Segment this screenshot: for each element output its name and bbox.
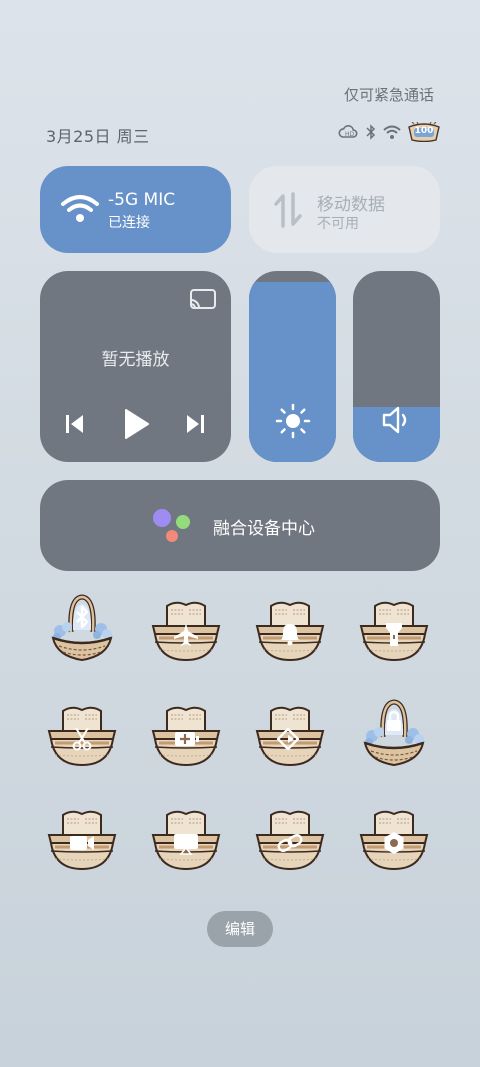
toggle-sound[interactable] [253,594,327,664]
wifi-icon [61,195,99,222]
media-player-tile[interactable]: 暂无播放 [40,271,231,462]
wifi-icon [383,125,401,139]
toggle-screenshot[interactable] [45,699,119,769]
toggle-lock[interactable] [357,699,431,769]
previous-icon[interactable] [64,414,86,434]
date-text: 3月25日 周三 [46,127,150,146]
cloud-data-icon: HD [338,125,358,138]
mobile-data-tile[interactable]: 移动数据 不可用 [249,166,440,253]
video-camera-icon [47,810,117,871]
hub-dots-icon [153,509,190,542]
bluetooth-icon [51,594,113,662]
status-icons: HD 100 [338,121,440,143]
flashlight-icon [359,601,429,662]
bell-icon [255,601,325,662]
toggle-bluetooth[interactable] [45,594,119,664]
battery-plus-icon [151,706,221,767]
toggle-cast[interactable] [149,803,223,873]
speaker-icon [382,406,407,434]
toggle-flashlight[interactable] [357,594,431,664]
play-icon[interactable] [122,408,150,440]
mobile-data-status: 不可用 [317,216,359,232]
data-arrows-icon [274,192,302,228]
device-hub-label: 融合设备中心 [213,519,315,539]
brightness-slider[interactable] [249,271,336,462]
wifi-network-name: -5G MIC [108,190,176,210]
cast-icon[interactable] [189,288,217,310]
toggle-connect[interactable] [253,803,327,873]
battery-icon: 100 [408,121,440,143]
volume-slider[interactable] [353,271,440,462]
link-icon [255,810,325,871]
toggle-screen-record[interactable] [45,803,119,873]
device-hub-tile[interactable]: 融合设备中心 [40,480,440,571]
toggle-battery-saver[interactable] [149,699,223,769]
mobile-data-title: 移动数据 [317,195,385,215]
battery-level: 100 [414,126,434,136]
wifi-tile[interactable]: -5G MIC 已连接 [40,166,231,253]
svg-text:HD: HD [345,131,355,138]
toggle-settings[interactable] [357,803,431,873]
edit-button[interactable]: 编辑 [207,911,273,947]
toggle-airplane[interactable] [149,594,223,664]
rotate-icon [255,706,325,767]
screen-cast-icon [151,810,221,871]
toggle-rotation-lock[interactable] [253,699,327,769]
scissors-icon [47,706,117,767]
media-title: 暂无播放 [101,350,170,370]
next-icon[interactable] [184,414,206,434]
wifi-status: 已连接 [108,215,150,231]
emergency-call-text: 仅可紧急通话 [343,86,434,104]
lock-icon [363,699,425,767]
gear-icon [359,810,429,871]
airplane-icon [151,601,221,662]
bluetooth-icon [366,124,376,140]
sun-icon [275,403,311,439]
